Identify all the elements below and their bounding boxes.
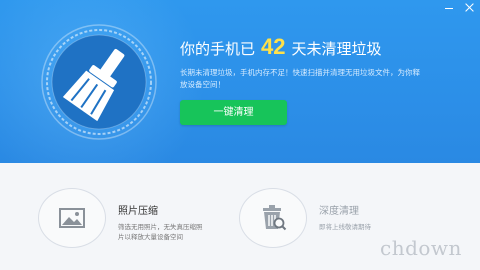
title-prefix: 你的手机已 [180, 40, 256, 58]
hero-panel: 你的手机已 42 天未清理垃圾 长期未清理垃圾，手机内存不足！快速扫描并清理无用… [0, 0, 480, 163]
window-controls [444, 3, 474, 13]
page-title: 你的手机已 42 天未清理垃圾 [180, 34, 382, 60]
days-count: 42 [261, 34, 286, 59]
watermark: chdown [380, 236, 462, 260]
title-suffix: 天未清理垃圾 [291, 40, 382, 58]
photo-compress-title: 照片压缩 [118, 206, 158, 217]
photo-compress-icon-circle [38, 188, 106, 248]
one-click-clean-button[interactable]: 一键清理 [180, 100, 287, 125]
description-text: 长期未清理垃圾，手机内存不足！快速扫描并清理无用垃圾文件，为你释放设备空间！ [180, 68, 420, 89]
deep-clean-title: 深度清理 [319, 206, 359, 217]
image-icon [59, 208, 85, 228]
broom-logo [40, 23, 158, 141]
trash-search-icon [263, 205, 287, 231]
deep-clean-desc: 即将上线敬请期待 [319, 223, 371, 231]
minimize-icon[interactable] [444, 3, 454, 13]
broom-logo-icon [41, 24, 157, 140]
photo-compress-desc: 筛选无用照片，无失真压缩照片以释放大量设备空间 [118, 223, 203, 241]
deep-clean-icon-circle [239, 188, 307, 248]
close-icon[interactable] [464, 3, 474, 13]
